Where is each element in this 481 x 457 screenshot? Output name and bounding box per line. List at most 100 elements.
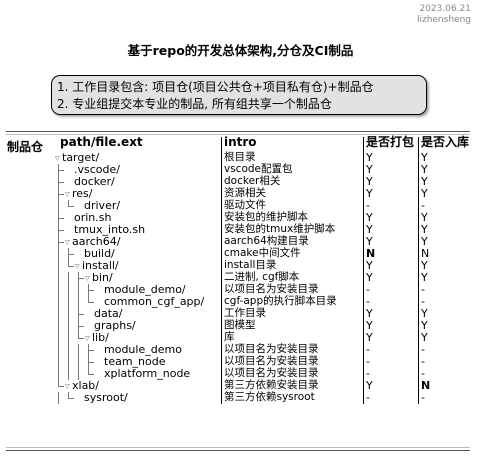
tree-guide-line xyxy=(58,356,59,368)
structure-table: path/file.ext intro 是否打包 是否入库 ▽ target/根目… xyxy=(52,135,470,404)
tree-node: ▽ aarch64/ xyxy=(54,236,221,248)
expand-triangle-icon[interactable]: ▽ xyxy=(85,336,90,342)
store-cell: Y xyxy=(421,187,428,200)
tree-branch-line xyxy=(68,254,74,255)
table-row: graphs/图模型 Y Y xyxy=(52,319,469,332)
tree-guide-line xyxy=(58,200,59,212)
tree-guide-line xyxy=(78,344,79,356)
intro-cell: 图模型 xyxy=(221,319,364,332)
tree-branch-line xyxy=(78,314,84,315)
expand-triangle-icon[interactable]: ▽ xyxy=(65,192,70,198)
note-box: 1. 工作目录包含: 项目仓(项目公共仓+项目私有仓)+制品仓 2. 专业组提交… xyxy=(51,75,427,115)
pack-cell: Y xyxy=(363,332,419,344)
tree-branch-line xyxy=(68,398,74,399)
col-header-store: 是否入库 xyxy=(421,135,470,149)
pack-cell: - xyxy=(363,284,419,296)
tree-node: ▽ res/ xyxy=(54,188,221,200)
col-header-path: path/file.ext xyxy=(52,136,222,152)
expand-triangle-icon[interactable]: ▽ xyxy=(65,384,70,390)
tree-path-cell: data/ xyxy=(52,308,222,320)
expand-triangle-icon[interactable]: ▽ xyxy=(75,264,80,270)
tree-guide-line xyxy=(68,332,69,344)
tree-guide-line xyxy=(68,308,69,320)
tree-branch-line xyxy=(58,194,64,195)
tree-path-cell: ▽ install/ xyxy=(52,260,222,272)
store-cell: - xyxy=(421,283,425,296)
store-cell: N xyxy=(421,379,431,392)
tree-guide-line xyxy=(78,356,79,368)
tree-guide-line xyxy=(78,296,79,308)
tree-node: common_cgf_app/ xyxy=(54,296,221,308)
tree-guide-line xyxy=(68,272,69,284)
tree-path-cell: ▽ res/ xyxy=(52,188,222,200)
tree-node: graphs/ xyxy=(54,320,221,332)
tree-branch-line xyxy=(58,182,64,183)
tree-branch-line xyxy=(68,206,74,207)
tree-guide-line xyxy=(58,320,59,332)
note-line-2: 2. 专业组提交本专业的制品, 所有组共享一个制品仓 xyxy=(57,97,332,111)
tree-guide-line xyxy=(58,284,59,296)
tree-node: build/ xyxy=(54,248,221,260)
pack-cell: - xyxy=(363,392,419,404)
separator-bottom xyxy=(6,450,470,451)
col-header-pack: 是否打包 xyxy=(363,136,419,152)
tree-node-name: sysroot/ xyxy=(84,391,128,404)
tree-path-cell: common_cgf_app/ xyxy=(52,296,222,308)
expand-triangle-icon[interactable]: ▽ xyxy=(65,240,70,246)
tree-branch-line xyxy=(88,302,94,303)
tree-guide-line xyxy=(68,320,69,332)
table-body: ▽ target/根目录 Y Y .vscode/vscode配置包 Y Ydocker/d… xyxy=(52,151,469,404)
tree-branch-line xyxy=(88,350,94,351)
side-label: 制品仓 xyxy=(7,140,44,154)
tree-guide-line xyxy=(58,308,59,320)
tree-branch-line xyxy=(58,242,64,243)
expand-triangle-icon[interactable]: ▽ xyxy=(55,156,60,162)
tree-node: ▽ xlab/ xyxy=(54,380,221,392)
pack-cell: Y xyxy=(363,272,419,284)
tree-branch-line xyxy=(88,362,94,363)
pack-cell: Y xyxy=(363,380,419,392)
tree-branch-line xyxy=(58,218,64,219)
tree-path-cell: build/ xyxy=(52,248,222,260)
pack-cell: - xyxy=(363,344,419,356)
tree-node: data/ xyxy=(54,308,221,320)
tree-branch-line xyxy=(78,326,84,327)
table-header-row: path/file.ext intro 是否打包 是否入库 xyxy=(52,135,470,152)
tree-guide-line xyxy=(68,356,69,368)
header-author: lizhensheng xyxy=(416,15,471,25)
tree-guide-line xyxy=(58,260,59,272)
tree-guide-line xyxy=(68,368,69,380)
store-cell: - xyxy=(421,355,425,368)
tree-guide-line xyxy=(68,296,69,308)
tree-branch-line xyxy=(68,266,74,267)
tree-guide-line xyxy=(58,332,59,344)
tree-guide-line xyxy=(58,368,59,380)
tree-guide-line xyxy=(58,272,59,284)
store-cell: Y xyxy=(421,271,428,284)
store-cell: Y xyxy=(421,331,428,344)
pack-cell: - xyxy=(363,356,419,368)
tree-node: sysroot/ xyxy=(54,392,221,404)
tree-guide-line xyxy=(58,248,59,260)
tree-guide-line xyxy=(78,284,79,296)
note-line-1: 1. 工作目录包含: 项目仓(项目公共仓+项目私有仓)+制品仓 xyxy=(57,80,374,94)
tree-guide-line xyxy=(58,392,59,404)
table-row: sysroot/第三方依赖sysroot - - xyxy=(52,391,469,404)
page-header: 2023.06.21 lizhensheng xyxy=(417,4,471,26)
tree-guide-line xyxy=(68,284,69,296)
pack-cell: Y xyxy=(363,188,419,200)
tree-path-cell: graphs/ xyxy=(52,320,222,332)
tree-path-cell: ▽ aarch64/ xyxy=(52,236,222,248)
tree-branch-line xyxy=(78,278,84,279)
store-cell: - xyxy=(421,391,425,404)
tree-path-cell: ▽ xlab/ xyxy=(52,380,222,392)
tree-branch-line xyxy=(88,290,94,291)
tree-branch-line xyxy=(88,374,94,375)
tree-guide-line xyxy=(58,296,59,308)
store-cell: - xyxy=(421,343,425,356)
tree-branch-line xyxy=(58,230,64,231)
tree-branch-line xyxy=(58,170,64,171)
expand-triangle-icon[interactable]: ▽ xyxy=(85,276,90,282)
tree-guide-line xyxy=(58,344,59,356)
header-date: 2023.06.21 xyxy=(419,4,471,14)
